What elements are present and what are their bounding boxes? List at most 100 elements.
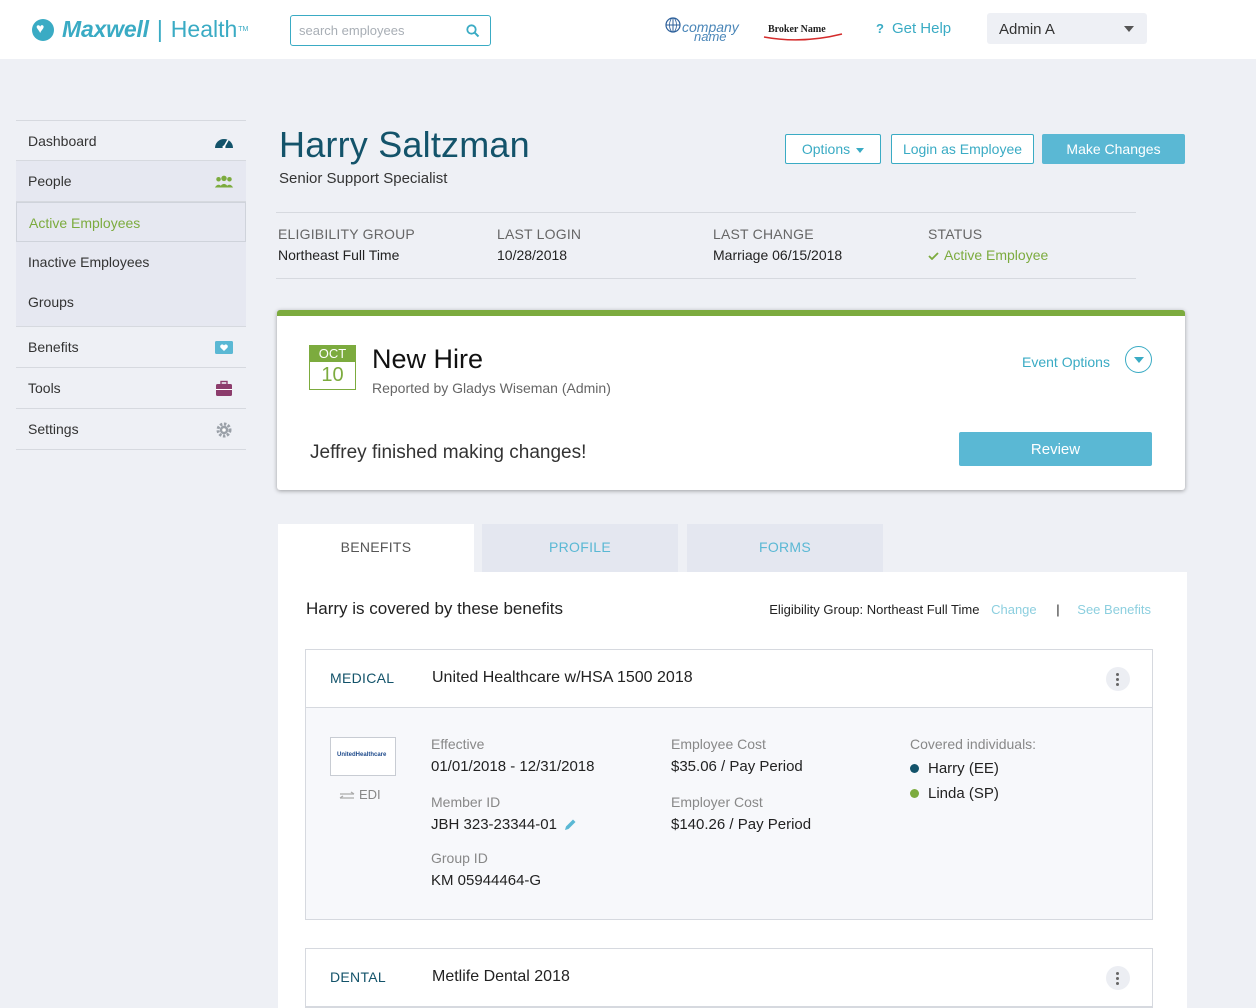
edi-indicator: EDI: [338, 787, 381, 802]
logo-brand-text: Maxwell: [62, 16, 149, 42]
pencil-edit-icon[interactable]: [563, 818, 577, 832]
tab-profile[interactable]: PROFILE: [482, 524, 678, 572]
member-id-row: JBH 323-23344-01: [431, 816, 577, 833]
caret-down-icon: [856, 147, 865, 153]
member-id-value: JBH 323-23344-01: [431, 816, 557, 833]
sidebar-item-inactive-employees[interactable]: Inactive Employees: [16, 242, 246, 282]
carrier-logo: UnitedHealthcare: [330, 737, 396, 776]
transfer-arrows-icon: [339, 791, 355, 799]
sidebar-nav: Dashboard People Active Employees Inacti…: [16, 120, 246, 450]
group-id-field: Group ID KM 05944464-G: [431, 850, 541, 889]
broker-swoosh: [763, 33, 843, 41]
sidebar-item-tools[interactable]: Tools: [16, 368, 246, 409]
benefit-header: MEDICAL United Healthcare w/HSA 1500 201…: [306, 650, 1152, 708]
status-dot: [910, 789, 919, 798]
help-icon: ?: [876, 21, 884, 36]
login-as-employee-button[interactable]: Login as Employee: [891, 134, 1034, 164]
people-submenu: Active Employees Inactive Employees Grou…: [16, 202, 246, 327]
group-id-label: Group ID: [431, 850, 488, 866]
change-eligibility-link[interactable]: Change: [991, 602, 1037, 617]
sidebar-item-label: Dashboard: [28, 133, 97, 149]
coverage-eligibility-bar: Eligibility Group: Northeast Full Time C…: [769, 602, 1151, 617]
search-icon[interactable]: [466, 24, 480, 38]
event-title: New Hire: [372, 344, 484, 374]
sidebar-item-benefits[interactable]: Benefits: [16, 327, 246, 368]
covered-person-name: Linda (SP): [928, 785, 999, 802]
event-day: 10: [321, 364, 344, 386]
last-login-label: LAST LOGIN: [497, 226, 582, 242]
benefit-plan-name: Metlife Dental 2018: [432, 968, 570, 985]
employee-title: Senior Support Specialist: [279, 170, 448, 187]
sidebar-item-settings[interactable]: Settings: [16, 409, 246, 450]
gear-icon: [216, 422, 232, 438]
sidebar-item-label: Settings: [28, 421, 79, 437]
employee-meta-bar: ELIGIBILITY GROUP Northeast Full Time LA…: [276, 212, 1136, 279]
sidebar-item-label: Tools: [28, 380, 61, 396]
status-text: Active Employee: [944, 247, 1049, 263]
search-input[interactable]: [299, 23, 459, 38]
more-options-icon[interactable]: [1106, 966, 1130, 990]
sidebar-item-label: Benefits: [28, 339, 79, 355]
event-reported-by: Reported by Gladys Wiseman (Admin): [372, 380, 611, 396]
employee-cost-label: Employee Cost: [671, 736, 766, 752]
sidebar-item-label: Groups: [28, 294, 74, 310]
coverage-eligibility-text: Eligibility Group: Northeast Full Time: [769, 602, 980, 617]
benefit-header: DENTAL Metlife Dental 2018: [306, 949, 1152, 1007]
eligibility-group-label: ELIGIBILITY GROUP: [278, 226, 415, 242]
benefit-type: DENTAL: [330, 969, 386, 985]
covered-person-name: Harry (EE): [928, 760, 999, 777]
effective-value: 01/01/2018 - 12/31/2018: [431, 758, 595, 775]
eligibility-group-field: ELIGIBILITY GROUP Northeast Full Time: [278, 226, 415, 263]
sidebar-item-groups[interactable]: Groups: [16, 282, 246, 322]
options-button-label: Options: [801, 141, 851, 157]
see-benefits-link[interactable]: See Benefits: [1077, 602, 1151, 617]
benefit-details: UnitedHealthcare EDI Effective 01/01/201…: [306, 708, 1152, 919]
benefits-panel: Harry is covered by these benefits Eligi…: [278, 572, 1187, 1008]
last-login-value: 10/28/2018: [497, 247, 568, 263]
status-dot: [910, 764, 919, 773]
employee-cost-field: Employee Cost $35.06 / Pay Period: [671, 736, 803, 775]
top-header: Maxwell | Health TM company name Broker …: [0, 0, 1256, 59]
benefit-card-medical: MEDICAL United Healthcare w/HSA 1500 201…: [305, 649, 1153, 920]
event-date-badge: OCT 10: [309, 345, 356, 390]
options-button[interactable]: Options: [785, 134, 881, 164]
last-change-field: LAST CHANGE Marriage 06/15/2018: [713, 226, 842, 263]
benefit-type: MEDICAL: [330, 670, 395, 686]
get-help-label: Get Help: [891, 20, 952, 37]
tab-benefits[interactable]: BENEFITS: [278, 524, 474, 572]
covered-individuals: Covered individuals: Harry (EE) Linda (S…: [910, 736, 1036, 802]
employee-search[interactable]: [290, 15, 491, 46]
employer-cost-label: Employer Cost: [671, 794, 763, 810]
employer-cost-field: Employer Cost $140.26 / Pay Period: [671, 794, 811, 833]
event-options-link[interactable]: Event Options: [1022, 354, 1110, 370]
effective-label: Effective: [431, 736, 485, 752]
more-options-icon[interactable]: [1106, 667, 1130, 691]
chevron-down-icon: [1124, 26, 1134, 32]
globe-icon: [665, 17, 681, 33]
toolbox-icon: [216, 380, 232, 396]
make-changes-button[interactable]: Make Changes: [1042, 134, 1185, 164]
admin-account-select[interactable]: Admin A: [987, 13, 1147, 44]
sidebar-item-people[interactable]: People: [16, 161, 246, 202]
sidebar-item-label: People: [28, 173, 72, 189]
sidebar-item-active-employees[interactable]: Active Employees: [16, 202, 246, 242]
logo-separator: |: [156, 16, 163, 42]
tab-forms[interactable]: FORMS: [687, 524, 883, 572]
sidebar-item-dashboard[interactable]: Dashboard: [16, 120, 246, 161]
benefit-plan-name: United Healthcare w/HSA 1500 2018: [432, 669, 693, 686]
people-icon: [214, 175, 234, 188]
covered-person: Linda (SP): [910, 785, 1036, 802]
status-label: STATUS: [928, 226, 983, 242]
event-month: OCT: [310, 346, 355, 362]
review-button[interactable]: Review: [959, 432, 1152, 466]
employee-cost-value: $35.06 / Pay Period: [671, 758, 803, 775]
maxwell-health-logo[interactable]: Maxwell | Health TM: [32, 16, 248, 43]
chevron-down-circle-icon[interactable]: [1125, 346, 1152, 373]
company-logo-line2: name: [694, 29, 727, 44]
benefit-card-dental: DENTAL Metlife Dental 2018: [305, 948, 1153, 1008]
status-field: STATUS Active Employee: [928, 226, 1048, 263]
broker-logo: Broker Name: [762, 22, 844, 44]
carrier-logo-text: UnitedHealthcare: [337, 752, 387, 758]
get-help-link[interactable]: ? Get Help: [876, 20, 951, 37]
sidebar-item-label: Inactive Employees: [28, 254, 150, 270]
